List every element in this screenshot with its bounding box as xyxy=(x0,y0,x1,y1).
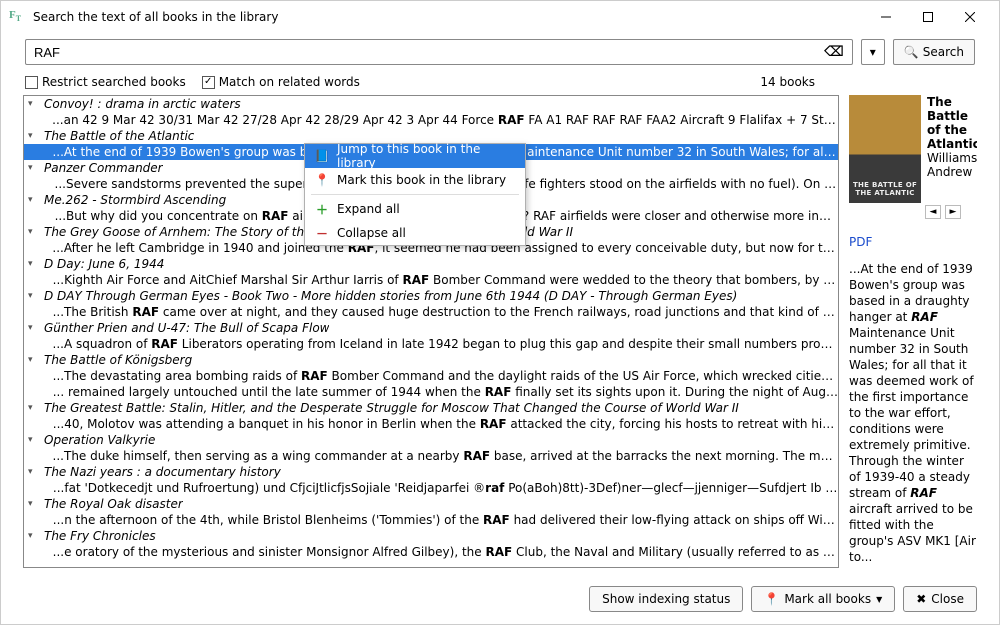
twisty-icon[interactable]: ▾ xyxy=(28,291,40,301)
restrict-books-checkbox[interactable]: Restrict searched books xyxy=(25,75,186,89)
book-node[interactable]: ▾D DAY Through German Eyes - Book Two - … xyxy=(24,288,838,304)
checkbox-box xyxy=(25,76,38,89)
results-panel: ▾Convoy! : drama in arctic waters...an 4… xyxy=(23,95,839,568)
book-node[interactable]: ▾Operation Valkyrie xyxy=(24,432,838,448)
book-cover xyxy=(849,95,921,203)
twisty-icon[interactable]: ▾ xyxy=(28,531,40,541)
excerpt-text: ...At the end of 1939 Bowen's group was … xyxy=(849,261,977,565)
search-input-wrapper[interactable]: ⌫ xyxy=(25,39,853,65)
app-icon: FT xyxy=(9,9,25,25)
twisty-icon[interactable]: ▾ xyxy=(28,131,40,141)
checkbox-box: ✓ xyxy=(202,76,215,89)
next-result-button[interactable]: ► xyxy=(945,205,961,219)
twisty-icon[interactable]: ▾ xyxy=(28,259,40,269)
pin-icon: 📍 xyxy=(315,173,329,187)
match-related-checkbox[interactable]: ✓ Match on related words xyxy=(202,75,360,89)
pin-icon: 📍 xyxy=(764,592,779,606)
titlebar: FT Search the text of all books in the l… xyxy=(1,1,999,33)
restrict-label: Restrict searched books xyxy=(42,75,186,89)
twisty-icon[interactable]: ▾ xyxy=(28,403,40,413)
context-menu: 📘Jump to this book in the library 📍Mark … xyxy=(304,143,526,246)
twisty-icon[interactable]: ▾ xyxy=(28,499,40,509)
search-button[interactable]: 🔍Search xyxy=(893,39,975,65)
book-node[interactable]: ▾The Fry Chronicles xyxy=(24,528,838,544)
match-label: Match on related words xyxy=(219,75,360,89)
book-node[interactable]: ▾The Greatest Battle: Stalin, Hitler, an… xyxy=(24,400,838,416)
maximize-button[interactable] xyxy=(907,3,949,31)
search-hit[interactable]: ...40, Molotov was attending a banquet i… xyxy=(24,416,838,432)
twisty-icon[interactable]: ▾ xyxy=(28,435,40,445)
menu-mark-book[interactable]: 📍Mark this book in the library xyxy=(305,168,525,192)
book-node[interactable]: ▾The Nazi years : a documentary history xyxy=(24,464,838,480)
twisty-icon[interactable]: ▾ xyxy=(28,355,40,365)
menu-expand-all[interactable]: ＋Expand all xyxy=(305,197,525,221)
window-title: Search the text of all books in the libr… xyxy=(33,10,865,24)
close-window-button[interactable] xyxy=(949,3,991,31)
search-hit[interactable]: ...fat 'Dotkecedjt und Rufroertung) und … xyxy=(24,480,838,496)
close-icon: ✖ xyxy=(916,592,926,606)
twisty-icon[interactable]: ▾ xyxy=(28,99,40,109)
search-history-dropdown[interactable]: ▾ xyxy=(861,39,885,65)
search-hit[interactable]: ...Kighth Air Force and AitChief Marshal… xyxy=(24,272,838,288)
search-hit[interactable]: ...an 42 9 Mar 42 30/31 Mar 42 27/28 Apr… xyxy=(24,112,838,128)
twisty-icon[interactable]: ▾ xyxy=(28,163,40,173)
twisty-icon[interactable]: ▾ xyxy=(28,227,40,237)
clear-search-icon[interactable]: ⌫ xyxy=(820,44,848,60)
search-icon: 🔍 xyxy=(904,45,919,59)
menu-jump-to-book[interactable]: 📘Jump to this book in the library xyxy=(305,144,525,168)
book-node[interactable]: ▾Günther Prien and U-47: The Bull of Sca… xyxy=(24,320,838,336)
book-node[interactable]: ▾The Royal Oak disaster xyxy=(24,496,838,512)
menu-collapse-all[interactable]: －Collapse all xyxy=(305,221,525,245)
book-node[interactable]: ▾Convoy! : drama in arctic waters xyxy=(24,96,838,112)
book-icon: 📘 xyxy=(315,149,329,163)
twisty-icon[interactable]: ▾ xyxy=(28,195,40,205)
search-input[interactable] xyxy=(30,43,820,62)
minimize-button[interactable] xyxy=(865,3,907,31)
show-indexing-status-button[interactable]: Show indexing status xyxy=(589,586,743,612)
search-hit[interactable]: ...n the afternoon of the 4th, while Bri… xyxy=(24,512,838,528)
twisty-icon[interactable]: ▾ xyxy=(28,323,40,333)
book-node[interactable]: ▾The Battle of Königsberg xyxy=(24,352,838,368)
search-hit[interactable]: ...The duke himself, then serving as a w… xyxy=(24,448,838,464)
search-hit[interactable]: ...e oratory of the mysterious and sinis… xyxy=(24,544,838,560)
book-meta: The Battle of the Atlantic Williams, And… xyxy=(927,95,977,203)
plus-icon: ＋ xyxy=(315,201,329,218)
result-count: 14 books xyxy=(760,75,815,89)
twisty-icon[interactable]: ▾ xyxy=(28,467,40,477)
prev-result-button[interactable]: ◄ xyxy=(925,205,941,219)
search-hit[interactable]: ... remained largely untouched until the… xyxy=(24,384,838,400)
search-hit[interactable]: ...The devastating area bombing raids of… xyxy=(24,368,838,384)
book-title: The Battle of the Atlantic xyxy=(927,95,977,151)
format-link[interactable]: PDF xyxy=(849,235,977,249)
minus-icon: － xyxy=(315,225,329,242)
search-hit[interactable]: ...The British RAF came over at night, a… xyxy=(24,304,838,320)
search-hit[interactable]: ...A squadron of RAF Liberators operatin… xyxy=(24,336,838,352)
book-author: Williams, Andrew xyxy=(927,151,977,179)
chevron-down-icon: ▼ xyxy=(876,595,882,604)
book-node[interactable]: ▾D Day: June 6, 1944 xyxy=(24,256,838,272)
close-button[interactable]: ✖Close xyxy=(903,586,977,612)
mark-all-books-button[interactable]: 📍Mark all books▼ xyxy=(751,586,895,612)
